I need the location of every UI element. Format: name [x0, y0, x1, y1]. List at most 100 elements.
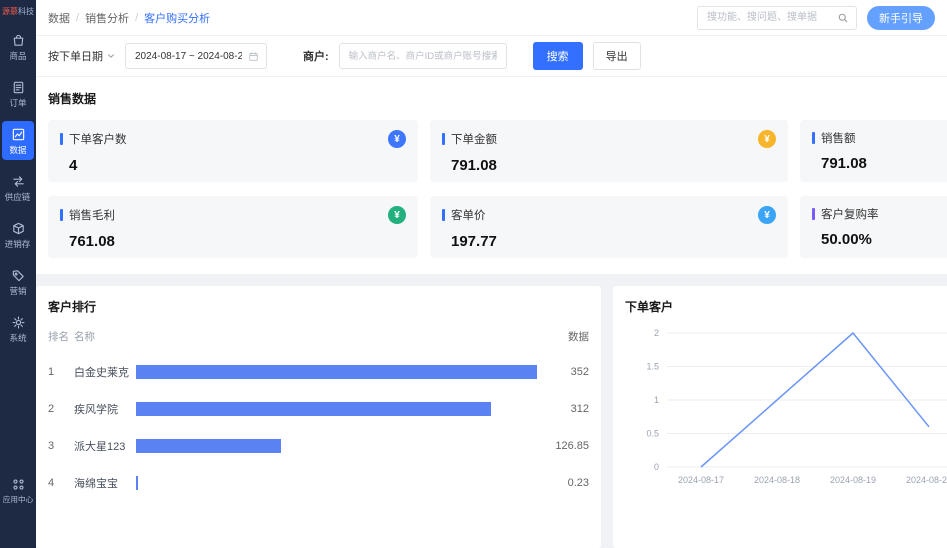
- global-search-input[interactable]: [705, 11, 837, 24]
- name-cell: 海绵宝宝: [74, 475, 136, 491]
- beginner-guide-button[interactable]: 新手引导: [867, 6, 935, 30]
- name-cell: 白金史莱克: [74, 364, 136, 380]
- stat-tile: 客户复购率 50.00%: [800, 196, 947, 258]
- date-range-input[interactable]: [133, 50, 244, 63]
- stat-tile: 销售额 791.08: [800, 120, 947, 182]
- brand-name-primary: 源慕: [2, 7, 18, 16]
- sidebar-item-label: 应用中心: [3, 495, 33, 505]
- ranking-card-title: 客户排行: [48, 298, 589, 315]
- column-header-name: 名称: [74, 329, 136, 344]
- global-search-box: [697, 6, 857, 30]
- ranking-row: 4海绵宝宝 0.23: [48, 464, 589, 501]
- svg-text:2024-08-19: 2024-08-19: [830, 475, 876, 485]
- stat-value: 50.00%: [821, 231, 947, 248]
- stat-tile: 销售毛利¥761.08: [48, 196, 418, 258]
- sidebar-item-label: 商品: [9, 51, 26, 61]
- stat-label: 销售额: [821, 130, 856, 146]
- value-cell: 312: [537, 403, 589, 415]
- svg-text:0: 0: [654, 462, 659, 472]
- sidebar-item-label: 供应链: [5, 192, 31, 202]
- stat-accent-bar: [60, 133, 63, 145]
- svg-text:2: 2: [654, 328, 659, 338]
- merchant-search-input[interactable]: [347, 50, 499, 63]
- svg-text:2024-08-18: 2024-08-18: [754, 475, 800, 485]
- sidebar-item-goods[interactable]: 商品: [2, 27, 34, 66]
- rank-cell: 3: [48, 440, 74, 452]
- breadcrumb-item-1[interactable]: 销售分析: [85, 10, 129, 26]
- stats-grid: 下单客户数¥4下单金额¥791.08销售额791.08销售毛利¥761.08客单…: [48, 120, 947, 258]
- value-cell: 0.23: [537, 477, 589, 489]
- date-range-picker: [125, 43, 267, 69]
- stat-label: 客单价: [451, 207, 486, 223]
- value-cell: 352: [537, 366, 589, 378]
- ranking-row: 1白金史莱克 352: [48, 353, 589, 390]
- stat-value: 4: [69, 157, 406, 174]
- breadcrumb-separator: /: [76, 12, 79, 24]
- sidebar-item-label: 数据: [9, 145, 26, 155]
- chevron-down-icon: [107, 52, 115, 60]
- stat-label: 销售毛利: [69, 207, 115, 223]
- svg-text:1.5: 1.5: [646, 362, 659, 372]
- stat-accent-bar: [60, 209, 63, 221]
- sidebar-item-label: 营销: [9, 286, 26, 296]
- chart-card-title: 下单客户: [625, 298, 947, 315]
- sidebar-item-orders[interactable]: 订单: [2, 74, 34, 113]
- filterbar: 按下单日期 商户: 搜索 导出: [36, 36, 947, 76]
- sidebar-item-inventory[interactable]: 进销存: [2, 215, 34, 254]
- stat-accent-bar: [442, 133, 445, 145]
- merchant-label: 商户:: [303, 48, 329, 64]
- page: 源慕科技 商品订单数据供应链进销存营销系统 应用中心 数据/销售分析/客户购买分…: [0, 0, 947, 548]
- sidebar-item-label: 订单: [9, 98, 26, 108]
- export-button[interactable]: 导出: [593, 42, 641, 70]
- stat-accent-bar: [442, 209, 445, 221]
- topbar-right: 新手引导: [697, 6, 935, 30]
- stat-label: 下单客户数: [69, 131, 127, 147]
- stat-tile: 下单金额¥791.08: [430, 120, 788, 182]
- supply-icon: [11, 174, 26, 189]
- search-icon[interactable]: [837, 12, 849, 24]
- stat-accent-bar: [812, 132, 815, 144]
- sidebar-item-supply[interactable]: 供应链: [2, 168, 34, 207]
- ranking-bar: [136, 476, 138, 490]
- gear-icon: [11, 315, 26, 330]
- grid-icon: [11, 477, 26, 492]
- box-icon: [11, 221, 26, 236]
- rank-cell: 1: [48, 366, 74, 378]
- value-cell: 126.85: [537, 440, 589, 452]
- chart-wrap: 00.511.522024-08-172024-08-182024-08-192…: [625, 321, 947, 497]
- svg-text:2024-08-20: 2024-08-20: [906, 475, 947, 485]
- breadcrumb-item-0[interactable]: 数据: [48, 10, 70, 26]
- svg-text:0.5: 0.5: [646, 429, 659, 439]
- stat-tile: 下单客户数¥4: [48, 120, 418, 182]
- sidebar-item-label: 进销存: [5, 239, 31, 249]
- ranking-bar: [136, 365, 537, 379]
- sidebar-item-data[interactable]: 数据: [2, 121, 34, 160]
- sales-section-title: 销售数据: [48, 90, 947, 107]
- column-header-rank: 排名: [48, 329, 74, 344]
- ranking-table: 排名 名称 数据 1白金史莱克3522疾风学院3123派大星123126.854…: [48, 329, 589, 501]
- sidebar-item-system[interactable]: 系统: [2, 309, 34, 348]
- sidebar-item-app-center[interactable]: 应用中心: [2, 471, 34, 510]
- stat-accent-bar: [812, 208, 815, 220]
- orders-line-chart: 00.511.522024-08-172024-08-182024-08-192…: [625, 321, 947, 497]
- sidebar-nav: 商品订单数据供应链进销存营销系统: [0, 19, 36, 471]
- date-type-label: 按下单日期: [48, 48, 103, 64]
- stat-value: 791.08: [821, 155, 947, 172]
- rank-cell: 4: [48, 477, 74, 489]
- profit-icon: ¥: [388, 206, 406, 224]
- price-icon: ¥: [758, 206, 776, 224]
- rank-cell: 2: [48, 403, 74, 415]
- sidebar-item-marketing[interactable]: 营销: [2, 262, 34, 301]
- breadcrumb: 数据/销售分析/客户购买分析: [48, 10, 210, 26]
- ranking-table-header: 排名 名称 数据: [48, 329, 589, 353]
- stat-label: 客户复购率: [821, 206, 879, 222]
- date-type-select[interactable]: 按下单日期: [48, 48, 115, 64]
- ranking-rows: 1白金史莱克3522疾风学院3123派大星123126.854海绵宝宝0.23: [48, 353, 589, 501]
- calendar-icon[interactable]: [248, 51, 259, 62]
- breadcrumb-item-2[interactable]: 客户购买分析: [144, 10, 210, 26]
- coin-icon: ¥: [758, 130, 776, 148]
- tag-icon: [11, 268, 26, 283]
- bottom-row: 客户排行 排名 名称 数据 1白金史莱克3522疾风学院3123派大星12312…: [36, 286, 947, 548]
- column-header-value: 数据: [537, 329, 589, 344]
- filter-search-button[interactable]: 搜索: [533, 42, 583, 70]
